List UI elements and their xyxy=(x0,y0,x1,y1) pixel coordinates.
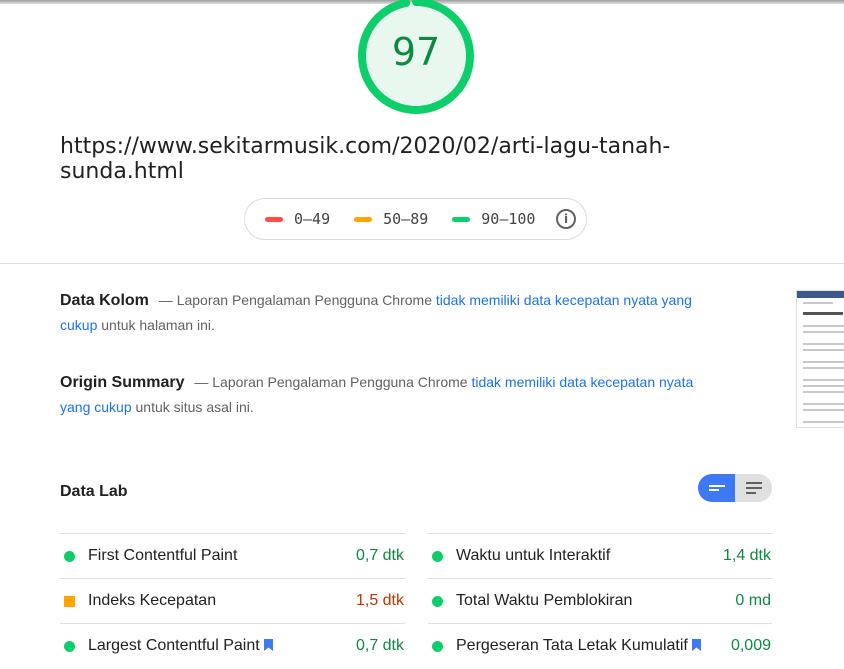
lab-metrics-right: Waktu untuk Interaktif 1,4 dtk Total Wak… xyxy=(428,533,772,668)
metric-value: 0 md xyxy=(735,592,771,609)
metric-row-largest-contentful-paint: Largest Contentful Paint 0,7 dtk xyxy=(60,623,405,668)
status-icon xyxy=(432,640,443,652)
legend-fail-swatch xyxy=(265,216,283,222)
thumbnail-line xyxy=(803,409,844,411)
legend-pass: 90–100 xyxy=(452,210,535,228)
bookmark-flag-icon xyxy=(691,639,701,651)
metric-value: 0,009 xyxy=(730,637,771,654)
thumbnail-line xyxy=(803,391,844,393)
bookmark-flag-icon xyxy=(263,639,273,651)
text-lines-icon xyxy=(745,482,762,494)
origin-summary-text-after: untuk situs asal ini. xyxy=(135,399,254,415)
metric-row-first-contentful-paint: First Contentful Paint 0,7 dtk xyxy=(60,533,405,578)
status-icon xyxy=(64,550,75,562)
info-icon[interactable]: i xyxy=(556,209,576,229)
field-data-section: Data Kolom — Laporan Pengalaman Pengguna… xyxy=(60,288,700,338)
metric-row-speed-index: Indeks Kecepatan 1,5 dtk xyxy=(60,578,405,623)
status-icon xyxy=(64,640,75,652)
thumbnail-line xyxy=(803,403,844,405)
thumbnail-line xyxy=(803,421,844,423)
thumbnail-line xyxy=(803,331,844,333)
legend-fail: 0–49 xyxy=(265,210,330,228)
legend-average-label: 50–89 xyxy=(383,210,429,228)
legend-pass-label: 90–100 xyxy=(481,210,536,228)
metric-value: 1,4 dtk xyxy=(722,547,771,564)
bar-list-icon xyxy=(708,485,725,491)
field-data-dash: — xyxy=(158,292,173,308)
legend-fail-label: 0–49 xyxy=(294,210,331,228)
thumbnail-line xyxy=(803,385,844,387)
metric-row-time-to-interactive: Waktu untuk Interaktif 1,4 dtk xyxy=(428,533,772,578)
status-icon xyxy=(432,595,443,607)
thumbnail-line xyxy=(803,325,844,327)
thumbnail-line xyxy=(803,349,844,351)
thumbnail-line xyxy=(803,427,844,428)
metric-view-toggle[interactable] xyxy=(698,474,772,502)
legend-pass-swatch xyxy=(452,216,471,222)
origin-summary-title: Origin Summary xyxy=(60,374,185,391)
origin-summary-text: Laporan Pengalaman Pengguna Chrome xyxy=(212,374,468,390)
field-data-text-after: untuk halaman ini. xyxy=(101,317,215,333)
metric-row-cumulative-layout-shift: Pergeseran Tata Letak Kumulatif 0,009 xyxy=(428,623,772,668)
metric-label: Indeks Kecepatan xyxy=(88,592,217,609)
metric-label: Pergeseran Tata Letak Kumulatif xyxy=(456,637,701,655)
page-screenshot-thumbnail[interactable] xyxy=(796,290,844,428)
performance-score-gauge: 97 xyxy=(356,0,476,116)
metric-value: 0,7 dtk xyxy=(355,637,404,654)
metric-label: First Contentful Paint xyxy=(88,547,238,564)
metric-label: Waktu untuk Interaktif xyxy=(456,547,611,564)
thumbnail-line xyxy=(803,379,844,381)
thumbnail-line xyxy=(803,367,844,369)
page-url: https://www.sekitarmusik.com/2020/02/art… xyxy=(60,134,671,184)
thumbnail-header xyxy=(797,291,844,298)
lab-data-title: Data Lab xyxy=(60,483,128,500)
thumbnail-line xyxy=(803,361,844,363)
thumbnail-line xyxy=(803,343,844,345)
field-data-text: Laporan Pengalaman Pengguna Chrome xyxy=(176,292,432,308)
metric-label: Largest Contentful Paint xyxy=(88,637,273,655)
thumbnail-line xyxy=(803,312,843,315)
section-divider xyxy=(0,263,844,264)
legend-average-swatch xyxy=(354,216,373,222)
metric-value: 1,5 dtk xyxy=(355,592,404,609)
origin-summary-dash: — xyxy=(194,374,209,390)
metric-value: 0,7 dtk xyxy=(355,547,404,564)
performance-score: 97 xyxy=(391,30,441,74)
text-lines-view-button[interactable] xyxy=(735,474,772,502)
status-icon xyxy=(432,550,443,562)
metric-label: Total Waktu Pemblokiran xyxy=(456,592,633,609)
status-icon xyxy=(64,595,75,607)
legend-average: 50–89 xyxy=(354,210,428,228)
field-data-title: Data Kolom xyxy=(60,292,149,309)
origin-summary-section: Origin Summary — Laporan Pengalaman Peng… xyxy=(60,370,700,420)
bar-list-view-button[interactable] xyxy=(698,474,735,502)
lab-metrics-left: First Contentful Paint 0,7 dtk Indeks Ke… xyxy=(60,533,405,668)
thumbnail-line xyxy=(803,302,833,304)
metric-row-total-blocking-time: Total Waktu Pemblokiran 0 md xyxy=(428,578,772,623)
score-legend: 0–49 50–89 90–100 i xyxy=(244,198,587,240)
